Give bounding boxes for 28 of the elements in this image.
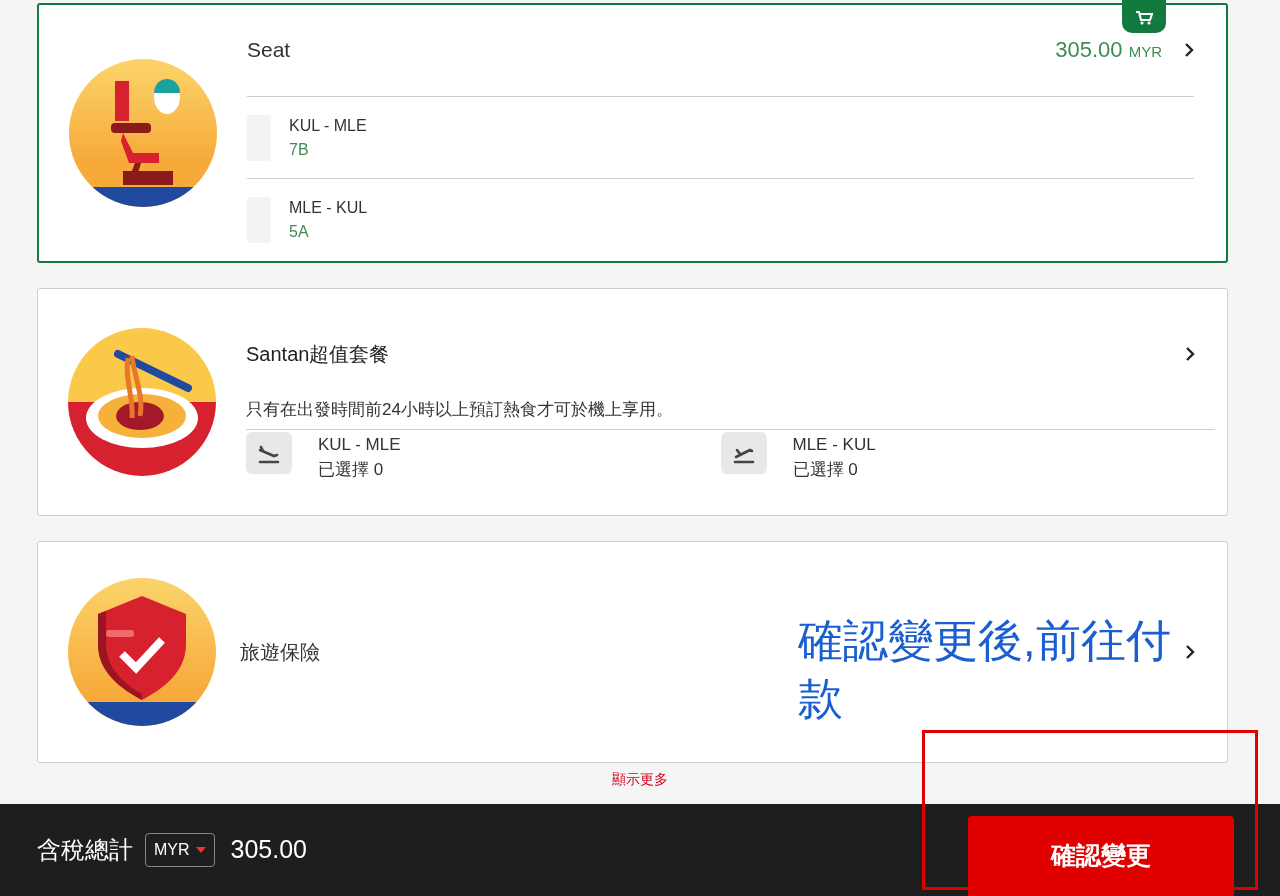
total-label: 含稅總計 <box>37 835 133 865</box>
selected-count: 已選擇 0 <box>792 459 859 481</box>
plane-landing-icon <box>246 431 292 474</box>
meal-card[interactable]: Santan超值套餐 只有在出發時間前24小時以上預訂熱食才可於機上享用。 KUL - MLE 已選擇 0 MLE - KUL 已選擇 0 <box>37 288 1228 516</box>
seat-card[interactable]: Seat 305.00 MYR KUL - MLE 7B MLE - KUL 5A <box>37 3 1228 263</box>
item-title: Santan超值套餐 <box>246 342 391 367</box>
cart-icon <box>1135 11 1153 25</box>
route-text: KUL - MLE <box>318 433 401 456</box>
meal-note: 只有在出發時間前24小時以上預訂熱食才可於機上享用。 <box>246 377 1215 430</box>
route-text: MLE - KUL <box>289 198 368 218</box>
caret-icon <box>195 847 206 853</box>
seat-number: 5A <box>289 222 310 242</box>
show-more-link[interactable]: 顯示更多 <box>612 768 668 790</box>
route-text: KUL - MLE <box>289 115 367 136</box>
item-title: Seat <box>247 36 292 63</box>
chevron-right-icon[interactable] <box>1185 346 1195 362</box>
confirm-button[interactable]: 確認變更 <box>968 816 1234 896</box>
plane-takeoff-icon <box>720 431 767 474</box>
item-title: 旅遊保險 <box>240 639 320 665</box>
chevron-right-icon[interactable] <box>1184 41 1194 58</box>
total-amount: 305.00 <box>230 834 309 866</box>
seat-number: 7B <box>289 139 310 160</box>
price-text: 305.00 MYR <box>1055 36 1162 64</box>
chevron-right-icon[interactable] <box>1185 643 1195 660</box>
selected-count: 已選擇 0 <box>318 459 385 481</box>
currency-dropdown[interactable]: MYR <box>145 833 215 867</box>
route-text: MLE - KUL <box>792 433 876 456</box>
annotation-text: 確認變更後,前往付款 <box>798 614 1172 726</box>
